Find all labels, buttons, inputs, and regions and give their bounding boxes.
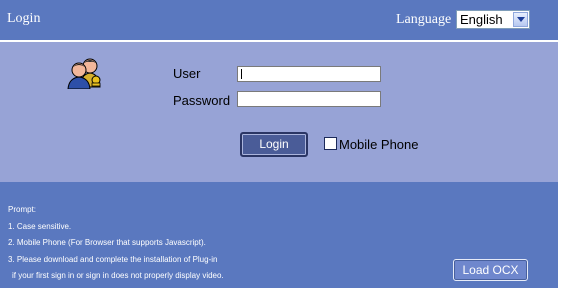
prompt-line-2: 2. Mobile Phone (For Browser that suppor… xyxy=(8,238,206,247)
prompt-line-4: if your first sign in or sign in does no… xyxy=(12,271,224,280)
user-input[interactable] xyxy=(237,66,381,82)
login-button[interactable]: Login xyxy=(240,132,308,157)
prompt-line-3: 3. Please download and complete the inst… xyxy=(8,255,218,264)
language-selected-value: English xyxy=(460,12,503,27)
password-label: Password xyxy=(173,93,231,108)
prompt-heading: Prompt: xyxy=(8,205,37,214)
mobile-phone-checkbox[interactable] xyxy=(324,137,337,150)
prompt-line-1: 1. Case sensitive. xyxy=(8,222,72,231)
users-icon xyxy=(67,58,101,89)
mobile-phone-label[interactable]: Mobile Phone xyxy=(339,137,419,152)
password-input[interactable] xyxy=(237,91,381,107)
user-label: User xyxy=(173,66,201,81)
page-title: Login xyxy=(7,11,41,26)
load-ocx-button[interactable]: Load OCX xyxy=(453,259,528,281)
language-label: Language xyxy=(396,12,452,27)
header-bar: Login Language English xyxy=(0,0,558,40)
language-select[interactable]: English xyxy=(456,10,530,29)
chevron-down-icon[interactable] xyxy=(513,12,528,27)
